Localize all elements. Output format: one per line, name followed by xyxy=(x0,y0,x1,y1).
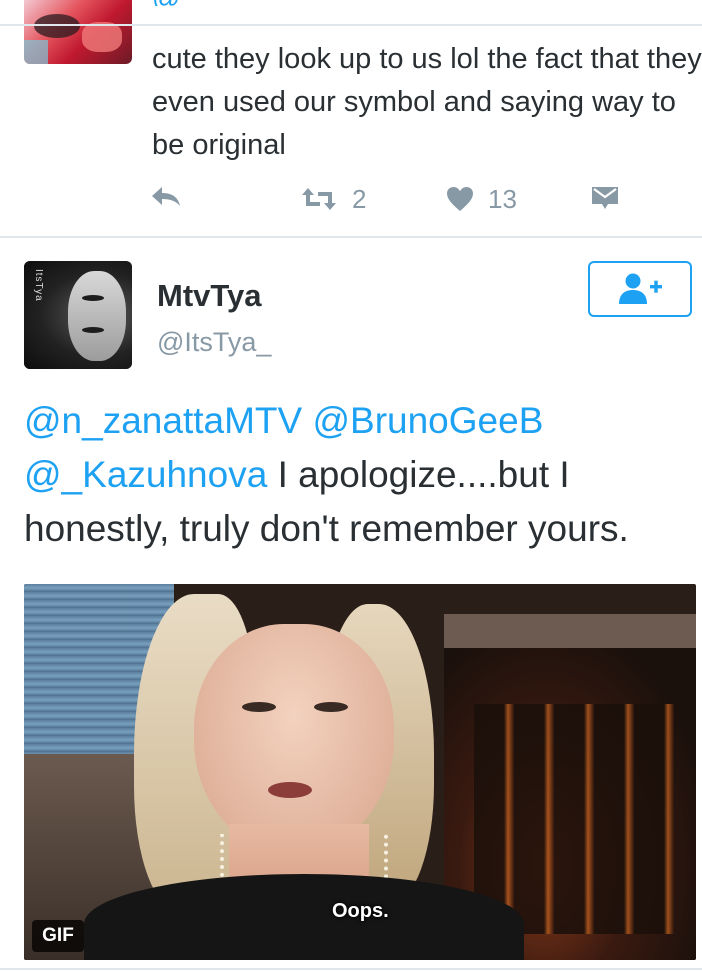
retweet-button[interactable]: 2 xyxy=(300,184,366,214)
previous-tweet-handle-cutoff[interactable]: @ xyxy=(152,0,392,6)
tweet-divider xyxy=(0,236,702,238)
mention-link[interactable]: @_Kazuhnova xyxy=(24,454,267,495)
divider xyxy=(0,968,702,970)
envelope-icon xyxy=(592,187,618,209)
reply-button[interactable] xyxy=(150,184,182,208)
add-user-icon xyxy=(619,273,662,304)
avatar[interactable]: ItsTya xyxy=(24,261,132,369)
like-button[interactable]: 13 xyxy=(446,184,517,214)
gif-badge: GIF xyxy=(32,920,84,952)
avatar-watermark-text: ItsTya xyxy=(33,269,44,302)
retweet-icon xyxy=(302,188,336,210)
mention-link[interactable]: @n_zanattaMTV xyxy=(24,400,302,441)
reply-icon xyxy=(152,187,180,206)
display-name[interactable]: MtvTya xyxy=(157,276,262,316)
direct-message-button[interactable] xyxy=(590,184,620,210)
like-count: 13 xyxy=(488,184,517,214)
user-handle[interactable]: @ItsTya_ xyxy=(157,324,271,360)
heart-icon xyxy=(447,187,473,211)
follow-button[interactable] xyxy=(588,261,692,317)
previous-tweet-text: cute they look up to us lol the fact tha… xyxy=(152,43,702,161)
tweet-text: @n_zanattaMTV @BrunoGeeB @_Kazuhnova I a… xyxy=(24,394,694,556)
avatar-previous-tweet[interactable] xyxy=(24,0,132,64)
gif-caption: Oops. xyxy=(332,900,389,922)
divider xyxy=(0,24,702,26)
mention-link[interactable]: @BrunoGeeB xyxy=(312,400,543,441)
retweet-count: 2 xyxy=(352,184,367,214)
gif-media[interactable]: Oops. GIF xyxy=(24,584,696,960)
woman-face xyxy=(194,624,394,854)
